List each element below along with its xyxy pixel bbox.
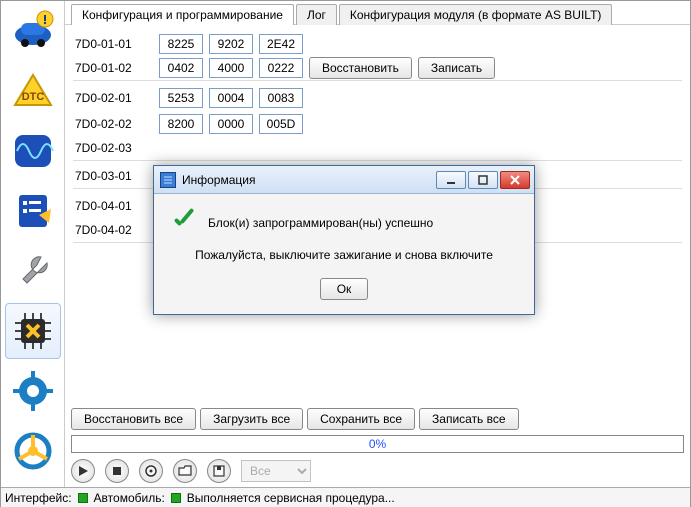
dialog-app-icon <box>160 172 176 188</box>
dialog-title: Информация <box>182 173 434 187</box>
steering-icon <box>11 429 55 473</box>
row-address: 7D0-02-02 <box>73 117 153 131</box>
tab-asbuilt[interactable]: Конфигурация модуля (в формате AS BUILT) <box>339 4 613 25</box>
row-value-input[interactable] <box>259 34 303 54</box>
config-row: 7D0-01-01 <box>73 33 682 55</box>
row-address: 7D0-02-03 <box>73 141 153 155</box>
sidebar-item-steering[interactable] <box>5 423 61 479</box>
write-button[interactable]: Записать <box>418 57 495 79</box>
row-value-input[interactable] <box>259 114 303 134</box>
svg-text:DTC: DTC <box>21 91 44 103</box>
tabs: Конфигурация и программирование Лог Конф… <box>65 1 690 25</box>
row-value-input[interactable] <box>209 114 253 134</box>
success-check-icon <box>170 212 198 234</box>
save-icon <box>212 464 226 478</box>
config-row: 7D0-02-02 <box>73 113 682 135</box>
gear-icon <box>11 369 55 413</box>
row-address: 7D0-04-02 <box>73 223 153 237</box>
folder-open-icon <box>178 464 192 478</box>
restore-all-button[interactable]: Восстановить все <box>71 408 196 430</box>
progress-label: 0% <box>72 436 683 452</box>
ok-button[interactable]: Ок <box>320 278 368 300</box>
row-value-input[interactable] <box>259 58 303 78</box>
row-value-input[interactable] <box>209 34 253 54</box>
row-value-input[interactable] <box>159 34 203 54</box>
status-message: Выполняется сервисная процедура... <box>187 491 395 505</box>
row-address: 7D0-02-01 <box>73 91 153 105</box>
dialog-message-2: Пожалуйста, выключите зажигание и снова … <box>170 248 518 262</box>
stop-button[interactable] <box>105 459 129 483</box>
save-button[interactable] <box>207 459 231 483</box>
control-row: Все <box>65 455 690 487</box>
filter-dropdown[interactable]: Все <box>241 460 311 482</box>
checklist-icon <box>11 189 55 233</box>
minimize-icon <box>446 175 456 185</box>
status-bar: Интерфейс: Автомобиль: Выполняется серви… <box>1 487 690 507</box>
config-row: 7D0-01-02 Восстановить Записать <box>73 59 682 81</box>
maximize-button[interactable] <box>468 171 498 189</box>
close-button[interactable] <box>500 171 530 189</box>
row-value-input[interactable] <box>209 88 253 108</box>
wrench-icon <box>11 249 55 293</box>
sidebar-item-chip[interactable] <box>5 303 61 359</box>
sidebar-item-gear[interactable] <box>5 363 61 419</box>
dialog-titlebar[interactable]: Информация <box>154 166 534 194</box>
chip-icon <box>11 309 55 353</box>
minimize-button[interactable] <box>436 171 466 189</box>
info-dialog: Информация Блок(и) запрограммирован(ны) … <box>153 165 535 315</box>
maximize-icon <box>478 175 488 185</box>
progress-row: 0% <box>65 433 690 455</box>
dialog-success-row: Блок(и) запрограммирован(ны) успешно <box>170 212 518 234</box>
row-value-input[interactable] <box>259 88 303 108</box>
sidebar-item-checklist[interactable] <box>5 183 61 239</box>
sidebar-item-car-info[interactable] <box>5 3 61 59</box>
row-address: 7D0-04-01 <box>73 199 153 213</box>
config-row: 7D0-02-03 <box>73 139 682 161</box>
car-led-icon <box>171 493 181 503</box>
bottom-area: Восстановить все Загрузить все Сохранить… <box>65 405 690 487</box>
row-value-input[interactable] <box>159 58 203 78</box>
row-value-input[interactable] <box>209 58 253 78</box>
tab-log[interactable]: Лог <box>296 4 337 25</box>
dialog-body: Блок(и) запрограммирован(ны) успешно Пож… <box>154 194 534 314</box>
play-icon <box>77 465 89 477</box>
write-all-button[interactable]: Записать все <box>419 408 519 430</box>
tab-config-programming[interactable]: Конфигурация и программирование <box>71 4 294 25</box>
sidebar-item-wrench[interactable] <box>5 243 61 299</box>
row-address: 7D0-01-02 <box>73 61 153 75</box>
status-car-label: Автомобиль: <box>94 491 165 505</box>
row-address: 7D0-03-01 <box>73 169 153 183</box>
play-button[interactable] <box>71 459 95 483</box>
open-button[interactable] <box>173 459 197 483</box>
save-all-button[interactable]: Сохранить все <box>307 408 415 430</box>
car-info-icon <box>11 9 55 53</box>
load-all-button[interactable]: Загрузить все <box>200 408 303 430</box>
restore-button[interactable]: Восстановить <box>309 57 412 79</box>
close-icon <box>510 175 520 185</box>
dtc-icon: DTC <box>11 69 55 113</box>
status-interface-label: Интерфейс: <box>5 491 72 505</box>
sidebar-item-oscilloscope[interactable] <box>5 123 61 179</box>
progress-bar: 0% <box>71 435 684 453</box>
config-row: 7D0-02-01 <box>73 87 682 109</box>
row-value-input[interactable] <box>159 88 203 108</box>
disk-reload-icon <box>144 464 158 478</box>
stop-icon <box>111 465 123 477</box>
dialog-message-1: Блок(и) запрограммирован(ны) успешно <box>208 216 433 230</box>
action-row: Восстановить все Загрузить все Сохранить… <box>65 405 690 433</box>
sidebar-item-dtc[interactable]: DTC <box>5 63 61 119</box>
row-value-input[interactable] <box>159 114 203 134</box>
sidebar: DTC <box>1 1 65 487</box>
interface-led-icon <box>78 493 88 503</box>
row-address: 7D0-01-01 <box>73 37 153 51</box>
oscilloscope-icon <box>11 129 55 173</box>
reload-from-disk-button[interactable] <box>139 459 163 483</box>
